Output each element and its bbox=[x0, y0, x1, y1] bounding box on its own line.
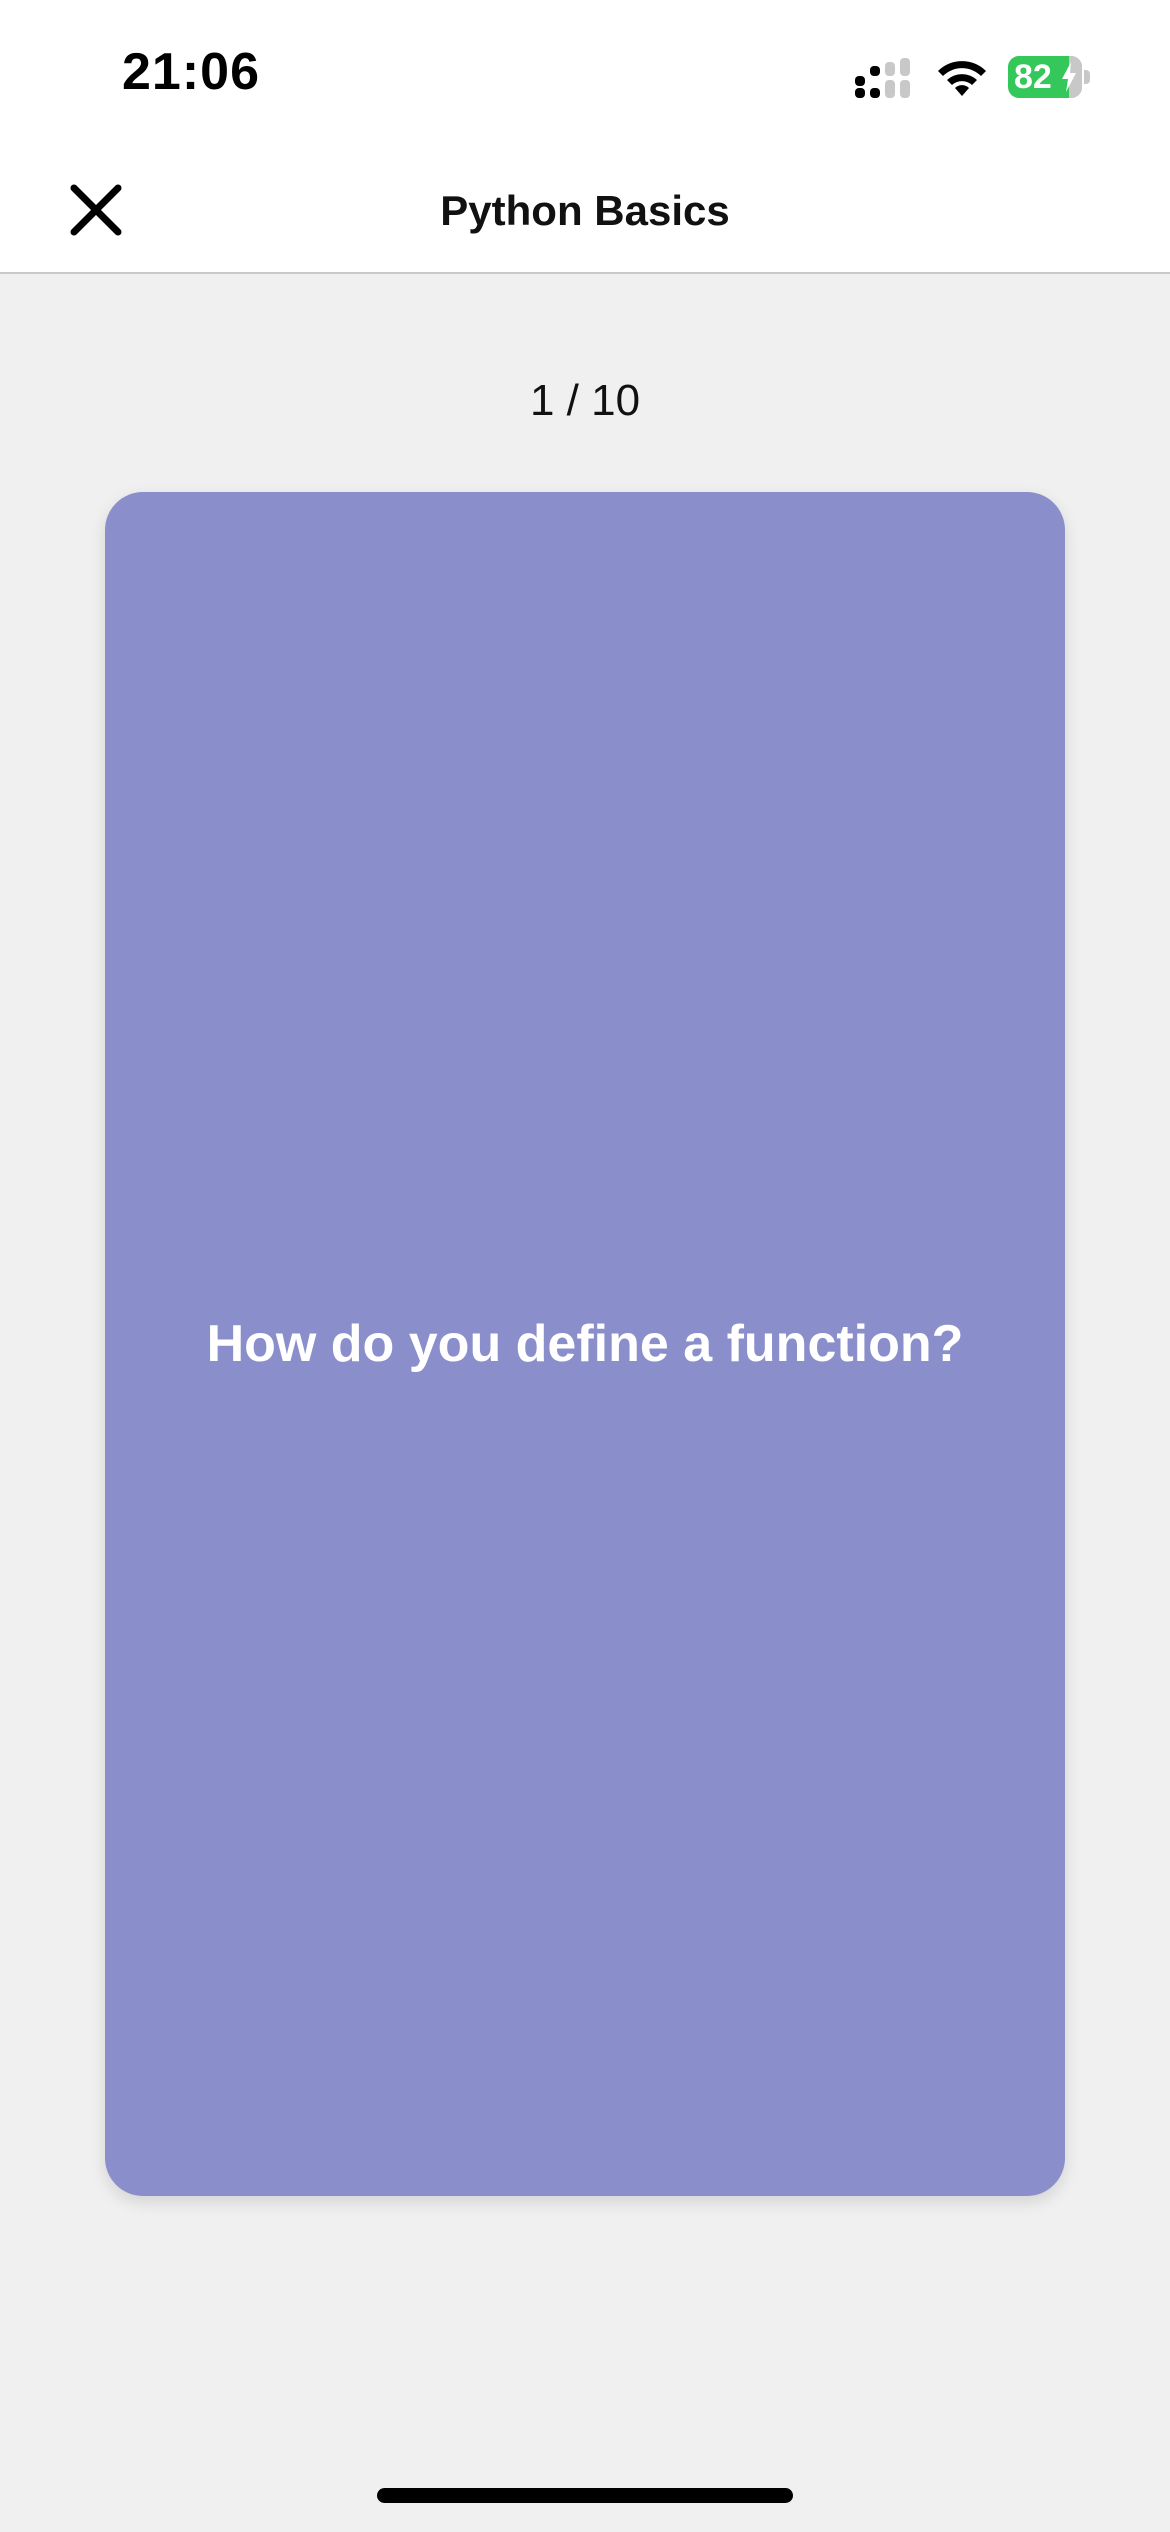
navigation-bar: Python Basics bbox=[0, 150, 1170, 274]
battery-level: 82 bbox=[1014, 58, 1052, 96]
home-indicator[interactable] bbox=[377, 2488, 793, 2503]
page-title: Python Basics bbox=[440, 187, 730, 234]
close-icon bbox=[70, 184, 122, 236]
close-button[interactable] bbox=[56, 170, 136, 250]
status-bar: 21:06 82 bbox=[0, 0, 1170, 150]
flashcard-question: How do you define a function? bbox=[206, 1315, 964, 1373]
status-time: 21:06 bbox=[122, 43, 260, 101]
cellular-signal-icon bbox=[853, 58, 913, 98]
wifi-icon bbox=[935, 56, 989, 98]
card-counter: 1 / 10 bbox=[529, 376, 641, 425]
charging-bolt-icon bbox=[1062, 62, 1076, 92]
battery-body: 82 bbox=[1008, 56, 1082, 98]
battery-tip bbox=[1084, 70, 1090, 84]
battery-charging-icon: 82 bbox=[1008, 56, 1092, 100]
flashcard[interactable]: How do you define a function? bbox=[105, 492, 1065, 2196]
